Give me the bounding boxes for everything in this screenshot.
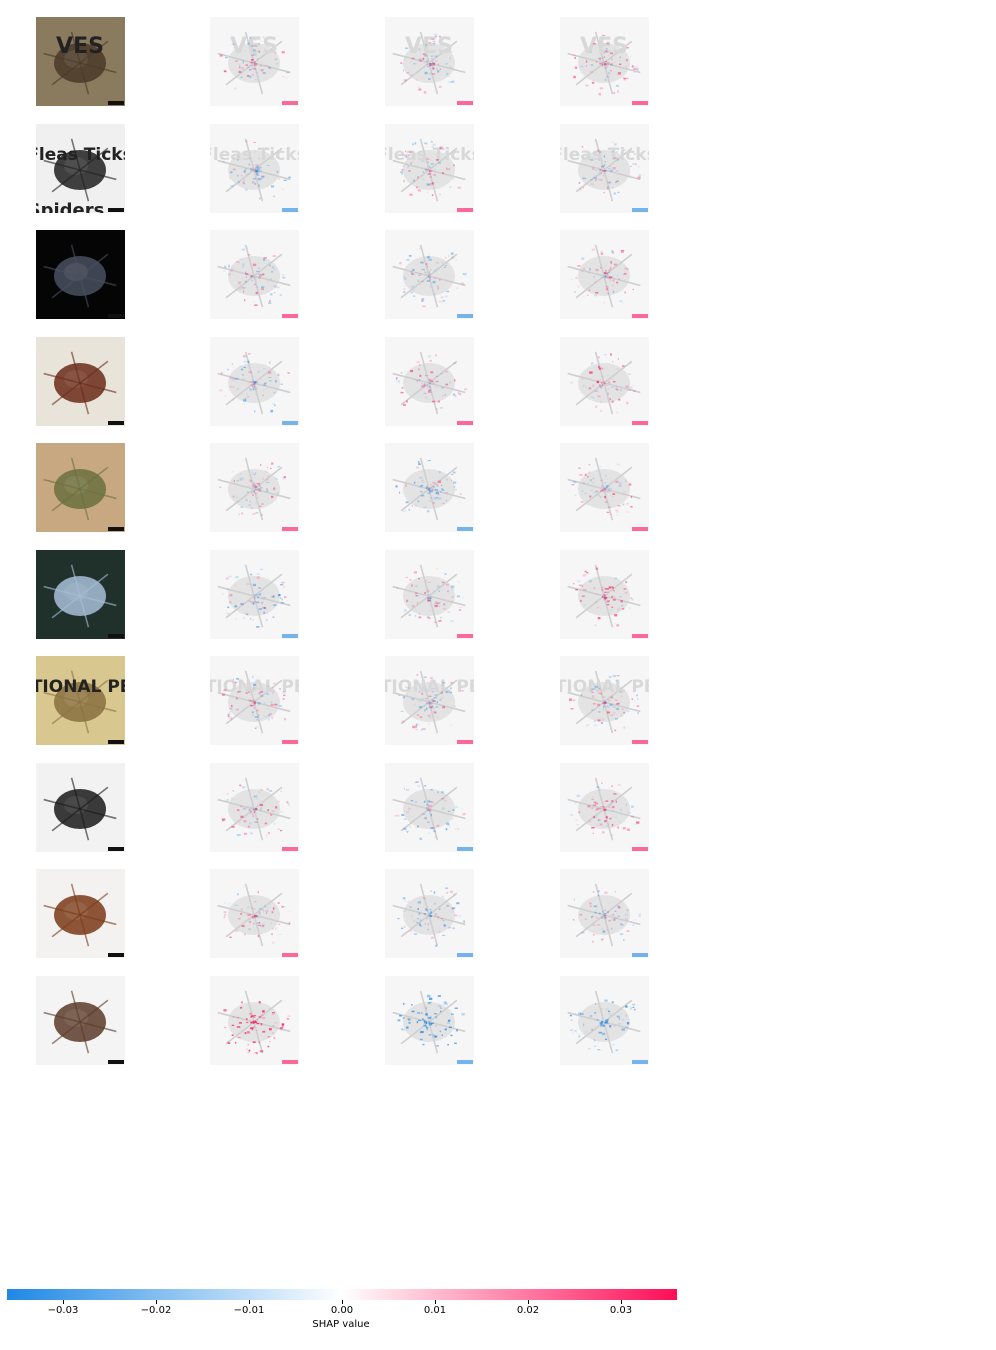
shap-explanation-image <box>385 976 474 1065</box>
shap-explanation-image: NATIONAL PEST <box>385 656 474 745</box>
shap-explanation-image <box>560 763 649 852</box>
shap-explanation-image: NATIONAL PEST <box>560 656 649 745</box>
input-image: NATIONAL PEST <box>36 656 125 745</box>
svg-text:Spiders: Spiders <box>36 200 104 213</box>
shap-explanation-image <box>560 869 649 958</box>
input-image <box>36 230 125 319</box>
svg-text:NATIONAL PEST: NATIONAL PEST <box>560 677 649 697</box>
colorbar <box>7 1289 677 1300</box>
shap-explanation-image: VES <box>560 17 649 106</box>
shap-explanation-image: Fleas Ticks <box>385 124 474 213</box>
colorbar-tick <box>435 1300 436 1304</box>
shap-explanation-image: Fleas Ticks <box>560 124 649 213</box>
shap-explanation-image <box>210 443 299 532</box>
colorbar-tick <box>63 1300 64 1304</box>
colorbar-tick <box>249 1300 250 1304</box>
svg-text:Fleas Ticks: Fleas Ticks <box>385 145 474 165</box>
input-image <box>36 550 125 639</box>
shap-explanation-image <box>210 230 299 319</box>
svg-text:Fleas Ticks: Fleas Ticks <box>36 145 125 165</box>
input-image: VES <box>36 17 125 106</box>
shap-explanation-image <box>210 869 299 958</box>
shap-explanation-image <box>560 230 649 319</box>
input-image <box>36 443 125 532</box>
svg-text:Fleas Ticks: Fleas Ticks <box>560 145 649 165</box>
input-image <box>36 976 125 1065</box>
colorbar-tick-label: −0.01 <box>233 1305 265 1316</box>
shap-explanation-image <box>560 443 649 532</box>
input-image <box>36 337 125 426</box>
svg-text:VES: VES <box>56 34 104 59</box>
colorbar-tick <box>156 1300 157 1304</box>
input-image <box>36 763 125 852</box>
colorbar-tick <box>342 1300 343 1304</box>
shap-explanation-image <box>560 550 649 639</box>
input-image: Fleas Ticks Spiders <box>36 124 125 213</box>
colorbar-label: SHAP value <box>312 1319 370 1330</box>
shap-explanation-image <box>210 976 299 1065</box>
colorbar-tick <box>528 1300 529 1304</box>
shap-explanation-image <box>385 869 474 958</box>
svg-text:NATIONAL PEST: NATIONAL PEST <box>36 677 125 697</box>
shap-explanation-image <box>385 443 474 532</box>
shap-explanation-image: VES <box>385 17 474 106</box>
svg-text:VES: VES <box>405 34 453 59</box>
shap-explanation-image: NATIONAL PEST <box>210 656 299 745</box>
shap-explanation-image <box>210 337 299 426</box>
shap-explanation-image <box>385 550 474 639</box>
svg-text:VES: VES <box>580 34 628 59</box>
shap-explanation-image <box>210 763 299 852</box>
input-image <box>36 869 125 958</box>
shap-explanation-image: Fleas Ticks <box>210 124 299 213</box>
colorbar-tick-label: 0.00 <box>330 1305 354 1316</box>
colorbar-tick-label: 0.01 <box>423 1305 447 1316</box>
shap-explanation-image: VES <box>210 17 299 106</box>
colorbar-gradient <box>7 1289 677 1300</box>
shap-explanation-image <box>385 763 474 852</box>
colorbar-tick-label: −0.03 <box>47 1305 79 1316</box>
shap-explanation-image <box>210 550 299 639</box>
colorbar-tick-label: −0.02 <box>140 1305 172 1316</box>
shap-image-plot: VESVESVESVESFleas TicksSpidersFleas Tick… <box>0 0 996 1350</box>
shap-explanation-image <box>385 230 474 319</box>
colorbar-tick-label: 0.03 <box>609 1305 633 1316</box>
shap-explanation-image <box>560 337 649 426</box>
colorbar-tick-label: 0.02 <box>516 1305 540 1316</box>
shap-explanation-image <box>385 337 474 426</box>
shap-explanation-image <box>560 976 649 1065</box>
colorbar-tick <box>621 1300 622 1304</box>
svg-text:NATIONAL PEST: NATIONAL PEST <box>385 677 474 697</box>
